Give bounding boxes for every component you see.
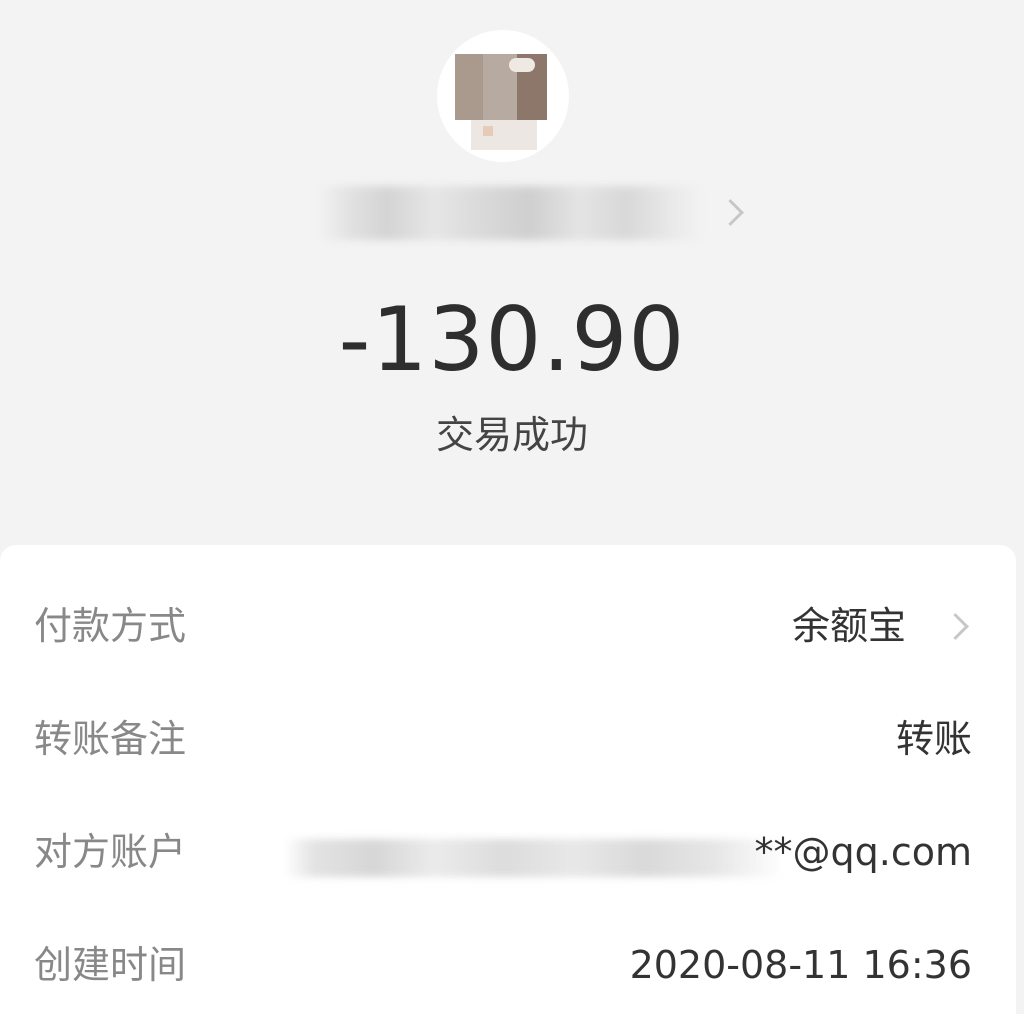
detail-label: 创建时间 <box>34 943 187 987</box>
detail-label: 对方账户 <box>34 830 187 874</box>
avatar-pixel <box>483 126 493 136</box>
transaction-status: 交易成功 <box>435 413 588 457</box>
counterparty-avatar[interactable] <box>437 30 569 162</box>
detail-value: 余额宝 <box>791 604 906 648</box>
detail-value: 2020-08-11 16:36 <box>629 943 972 987</box>
detail-row-created-time: 创建时间 2020-08-11 16:36 <box>0 924 1016 1004</box>
counterparty-name-redacted <box>318 186 703 240</box>
detail-label: 付款方式 <box>34 604 187 648</box>
detail-row-transfer-note: 转账备注 转账 <box>0 698 1016 778</box>
avatar-pixel <box>455 54 483 120</box>
chevron-right-icon <box>942 613 969 640</box>
counterparty-name-row[interactable] <box>0 178 1024 248</box>
detail-row-counterparty-account: 对方账户 **@qq.com <box>0 811 1016 891</box>
transaction-amount: -130.90 <box>338 288 686 391</box>
avatar-pixel <box>509 58 535 72</box>
detail-value: 转账 <box>895 717 972 761</box>
transaction-details-card: 付款方式 余额宝 转账备注 转账 对方账户 **@qq.com 创建时间 202… <box>0 545 1016 1014</box>
detail-label: 转账备注 <box>34 717 187 761</box>
detail-value: **@qq.com <box>754 830 972 874</box>
account-redacted <box>284 839 784 877</box>
transaction-header: -130.90 交易成功 <box>0 0 1024 545</box>
detail-row-payment-method[interactable]: 付款方式 余额宝 <box>0 585 1016 665</box>
chevron-right-icon <box>717 199 744 226</box>
avatar-pixel <box>471 120 537 150</box>
